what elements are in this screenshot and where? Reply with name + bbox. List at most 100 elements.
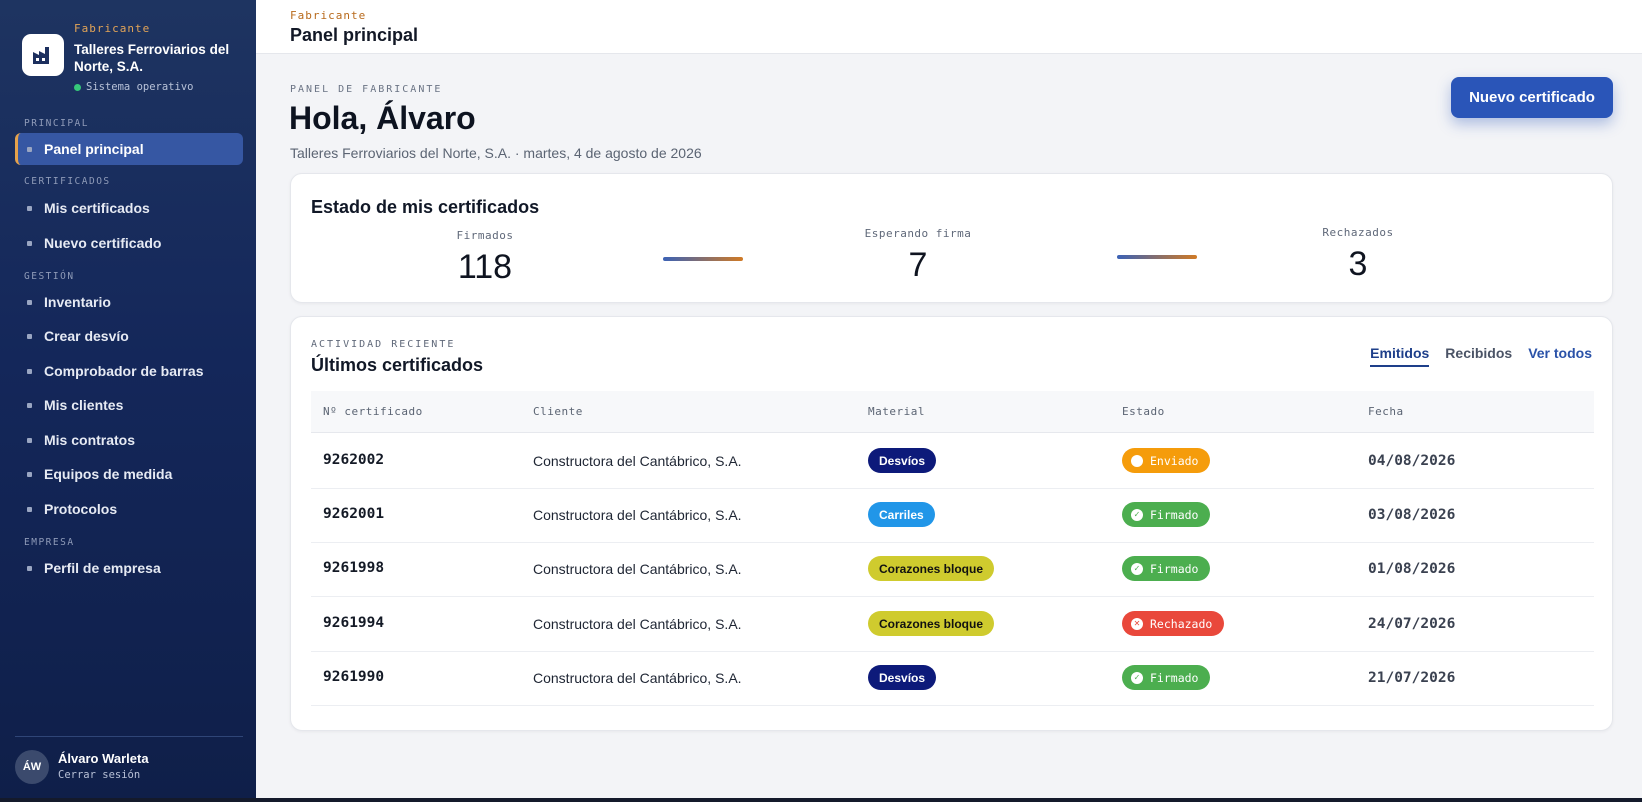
factory-icon xyxy=(22,34,64,76)
recent-kicker: ACTIVIDAD RECIENTE xyxy=(311,339,456,350)
stat-value: 7 xyxy=(908,246,928,284)
table-row[interactable]: 9262002 Constructora del Cantábrico, S.A… xyxy=(311,434,1594,489)
stat-value: 3 xyxy=(1348,245,1368,283)
material-badge: Desvíos xyxy=(868,665,937,690)
sidebar-item-perfil-empresa[interactable]: Perfil de empresa xyxy=(15,552,243,584)
sidebar-item-label: Comprobador de barras xyxy=(44,363,204,379)
stat-label: Esperando firma xyxy=(864,227,972,240)
sidebar-item-mis-certificados[interactable]: Mis certificados xyxy=(15,192,243,224)
material-badge: Corazones bloque xyxy=(868,556,995,581)
certificate-number: 9262002 xyxy=(323,452,385,468)
status-badge: ✕ Rechazado xyxy=(1122,611,1225,636)
sidebar-item-crear-desvio[interactable]: Crear desvío xyxy=(15,320,243,352)
bullet-icon xyxy=(27,565,32,571)
sidebar-item-mis-contratos[interactable]: Mis contratos xyxy=(15,424,243,456)
sidebar-item-mis-clientes[interactable]: Mis clientes xyxy=(15,389,243,421)
bullet-icon xyxy=(27,402,32,408)
page-title: Panel principal xyxy=(290,25,419,45)
column-header: Nº certificado xyxy=(323,405,423,418)
certificate-date: 04/08/2026 xyxy=(1368,453,1456,469)
bullet-icon xyxy=(27,205,32,211)
bullet-icon xyxy=(27,368,32,374)
topbar: Fabricante Panel principal xyxy=(256,0,1642,54)
avatar[interactable]: ÁW xyxy=(15,750,49,784)
certificate-date: 21/07/2026 xyxy=(1368,670,1456,686)
tab-emitidos[interactable]: Emitidos xyxy=(1370,345,1430,367)
status-badge: ✓ Firmado xyxy=(1122,502,1211,527)
sidebar: Fabricante Talleres Ferroviarios del Nor… xyxy=(0,0,256,798)
table-row[interactable]: 9261998 Constructora del Cantábrico, S.A… xyxy=(311,542,1594,597)
pending-dot-icon xyxy=(1131,454,1143,467)
status-card: Estado de mis certificados Firmados 118 … xyxy=(290,173,1613,303)
status-badge: ✓ Firmado xyxy=(1122,556,1211,581)
sidebar-item-inventario[interactable]: Inventario xyxy=(15,286,243,318)
stat-firmados: Firmados 118 xyxy=(385,229,585,287)
status-label: Firmado xyxy=(1150,670,1199,685)
table-row[interactable]: 9261994 Constructora del Cantábrico, S.A… xyxy=(311,597,1594,652)
sidebar-item-label: Protocolos xyxy=(44,501,118,517)
brand-role: Fabricante xyxy=(74,22,151,35)
stat-rechazados: Rechazados 3 xyxy=(1258,226,1458,284)
status-card-title: Estado de mis certificados xyxy=(311,197,540,217)
column-header: Material xyxy=(868,405,925,418)
bullet-icon xyxy=(27,471,32,477)
certificate-number: 9261998 xyxy=(323,560,385,576)
check-circle-icon: ✓ xyxy=(1131,508,1143,521)
tab-recibidos[interactable]: Recibidos xyxy=(1445,345,1512,367)
bullet-icon xyxy=(27,146,32,152)
main-content: Fabricante Panel principal PANEL DE FABR… xyxy=(256,0,1642,798)
nav-section-gestion: GESTIÓN xyxy=(24,271,75,282)
client-name: Constructora del Cantábrico, S.A. xyxy=(533,453,742,469)
stat-separator xyxy=(663,257,743,261)
logout-link[interactable]: Cerrar sesión xyxy=(58,769,140,781)
user-name: Álvaro Warleta xyxy=(58,751,149,766)
nav-section-certificados: CERTIFICADOS xyxy=(24,176,111,187)
stat-value: 118 xyxy=(457,248,513,286)
sidebar-item-equipos-medida[interactable]: Equipos de medida xyxy=(15,458,243,490)
status-label: Firmado xyxy=(1150,561,1199,576)
sidebar-item-label: Mis clientes xyxy=(44,397,124,413)
certificate-number: 9261990 xyxy=(323,669,385,685)
table-row[interactable]: 9261990 Constructora del Cantábrico, S.A… xyxy=(311,651,1594,706)
bullet-icon xyxy=(27,333,32,339)
sidebar-item-panel-principal[interactable]: Panel principal xyxy=(15,133,243,165)
topbar-role: Fabricante xyxy=(290,9,367,22)
status-dot-icon xyxy=(74,83,81,91)
bullet-icon xyxy=(27,506,32,512)
certificate-date: 24/07/2026 xyxy=(1368,616,1456,632)
material-badge: Desvíos xyxy=(868,448,937,473)
sidebar-divider xyxy=(15,736,243,737)
column-header: Estado xyxy=(1122,405,1165,418)
stat-esperando-firma: Esperando firma 7 xyxy=(818,227,1018,285)
sidebar-item-protocolos[interactable]: Protocolos xyxy=(15,493,243,525)
table-row[interactable]: 9262001 Constructora del Cantábrico, S.A… xyxy=(311,488,1594,543)
user-block: ÁW Álvaro Warleta Cerrar sesión xyxy=(15,747,243,787)
stat-label: Rechazados xyxy=(1322,226,1394,239)
sidebar-item-nuevo-certificado[interactable]: Nuevo certificado xyxy=(15,227,243,259)
header-kicker: PANEL DE FABRICANTE xyxy=(290,84,443,95)
status-badge: Enviado xyxy=(1122,448,1211,473)
sidebar-item-label: Mis contratos xyxy=(44,432,136,448)
recent-certificates-card: ACTIVIDAD RECIENTE Últimos certificados … xyxy=(290,316,1613,731)
certificate-number: 9261994 xyxy=(323,615,385,631)
status-label: Enviado xyxy=(1150,453,1199,468)
certificate-number: 9262001 xyxy=(323,506,385,522)
view-all-link[interactable]: Ver todos xyxy=(1528,345,1592,367)
sidebar-item-label: Crear desvío xyxy=(44,328,129,344)
header-subline: Talleres Ferroviarios del Norte, S.A. · … xyxy=(290,145,702,161)
sidebar-item-label: Mis certificados xyxy=(44,200,150,216)
certificate-date: 03/08/2026 xyxy=(1368,507,1456,523)
sidebar-item-comprobador-barras[interactable]: Comprobador de barras xyxy=(15,355,243,387)
stat-separator xyxy=(1117,255,1197,259)
status-badge: ✓ Firmado xyxy=(1122,665,1211,690)
check-circle-icon: ✓ xyxy=(1131,671,1143,684)
certificate-date: 01/08/2026 xyxy=(1368,561,1456,577)
recent-title: Últimos certificados xyxy=(311,355,484,375)
bullet-icon xyxy=(27,240,32,246)
new-certificate-button[interactable]: Nuevo certificado xyxy=(1451,77,1613,118)
client-name: Constructora del Cantábrico, S.A. xyxy=(533,616,742,632)
system-status-label: Sistema operativo xyxy=(86,81,194,93)
greeting: Hola, Álvaro xyxy=(289,100,476,136)
recent-tabs: Emitidos Recibidos Ver todos xyxy=(1370,345,1592,367)
system-status: Sistema operativo xyxy=(74,81,250,93)
